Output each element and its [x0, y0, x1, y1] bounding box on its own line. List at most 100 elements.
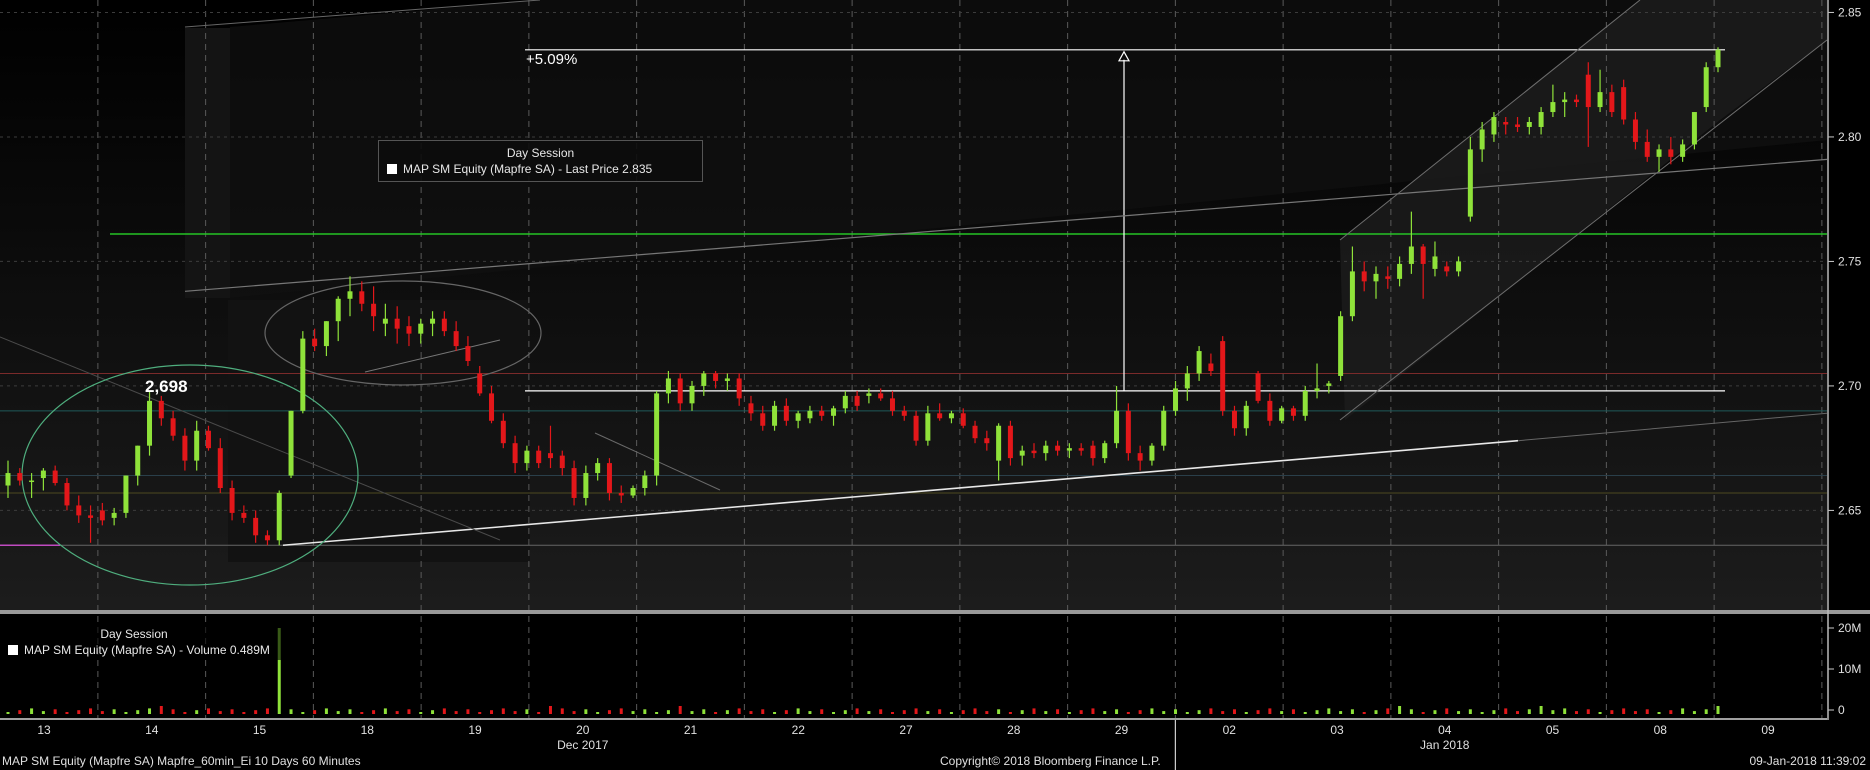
candle-body	[1007, 425, 1013, 459]
candle-body	[253, 517, 259, 536]
x-tick-label: 05	[1546, 723, 1560, 737]
volume-bar	[18, 710, 22, 714]
candle-body	[524, 450, 530, 464]
candle-body	[1715, 49, 1721, 68]
volume-bar	[478, 712, 482, 714]
volume-bar	[1681, 708, 1685, 714]
volume-bar	[1610, 710, 1614, 714]
candle-body	[1479, 129, 1485, 150]
candle-body	[595, 463, 601, 474]
candle-body	[64, 483, 70, 506]
volume-bar	[218, 711, 222, 714]
volume-bar	[454, 711, 458, 714]
volume-bar	[1138, 710, 1142, 714]
candle-body	[783, 405, 789, 421]
candle-body	[1055, 445, 1061, 451]
volume-bar	[112, 709, 116, 714]
candle-body	[1267, 400, 1273, 421]
volume-bar	[926, 711, 930, 714]
candle-body	[1680, 144, 1686, 157]
candle-body	[5, 473, 11, 486]
candle-body	[996, 425, 1002, 461]
candle-body	[453, 331, 459, 347]
volume-bar	[1409, 709, 1413, 714]
volume-bar	[336, 711, 340, 714]
volume-bar	[690, 711, 694, 714]
candle-body	[1432, 256, 1438, 269]
change-label: +5.09%	[526, 51, 577, 68]
candle-body	[689, 385, 695, 404]
volume-bar	[289, 709, 293, 714]
candle-body	[276, 492, 282, 541]
volume-bar	[1268, 708, 1272, 714]
candle-body	[1503, 122, 1509, 125]
volume-bar	[383, 708, 387, 714]
volume-bar	[407, 709, 411, 714]
volume-bar	[372, 710, 376, 714]
candle-body	[665, 378, 671, 394]
volume-bar	[1315, 710, 1319, 714]
volume-bar	[301, 712, 305, 714]
volume-bar	[832, 712, 836, 714]
x-tick-label: 29	[1115, 723, 1129, 737]
candle-body	[430, 318, 436, 324]
x-tick-label: 19	[468, 723, 482, 737]
volume-bar	[313, 710, 317, 714]
candle-body	[1290, 408, 1296, 416]
volume-bar	[572, 711, 576, 714]
volume-bar	[30, 708, 34, 714]
volume-bar	[997, 709, 1001, 714]
candle-body	[583, 473, 589, 498]
month-label: Jan 2018	[1420, 738, 1470, 752]
volume-bar	[678, 706, 682, 714]
volume-bar	[1633, 711, 1637, 714]
candle-body	[1668, 149, 1674, 157]
volume-bar	[1586, 709, 1590, 714]
volume-bar	[360, 712, 364, 714]
volume-bar	[77, 710, 81, 714]
candle-body	[99, 510, 105, 521]
candle-body	[52, 470, 58, 484]
volume-bar	[749, 711, 753, 714]
volume-bar	[1598, 712, 1602, 714]
volume-bar	[843, 710, 847, 714]
volume-bar	[206, 708, 210, 714]
x-tick-label: 03	[1330, 723, 1344, 737]
volume-bar	[1209, 708, 1213, 714]
volume-bar	[148, 708, 152, 714]
volume-bar	[1079, 710, 1083, 714]
candle-body	[1220, 341, 1226, 411]
candle-body	[571, 468, 577, 498]
candle-body	[1585, 74, 1591, 108]
volume-bar	[1386, 708, 1390, 714]
candle-body	[937, 413, 943, 419]
candle-body	[1467, 149, 1473, 217]
volume-bar	[490, 710, 494, 714]
candle-body	[854, 395, 860, 406]
volume-bar	[737, 708, 741, 714]
candle-body	[147, 400, 153, 446]
candle-body	[642, 475, 648, 488]
candle-body	[88, 515, 94, 518]
candle-body	[1573, 99, 1579, 103]
candle-body	[1515, 124, 1521, 127]
volume-bar	[159, 706, 163, 714]
candle-body	[701, 373, 707, 386]
volume-bar	[1421, 712, 1425, 714]
footer-left: MAP SM Equity (Mapfre SA) Mapfre_60min_E…	[2, 754, 361, 768]
volume-bar	[1044, 711, 1048, 714]
volume-bar	[949, 712, 953, 714]
candle-body	[1703, 67, 1709, 108]
y-tick-label: 2.75	[1838, 254, 1862, 268]
volume-bar	[1185, 712, 1189, 714]
candle-body	[1444, 266, 1450, 272]
price-legend-title: Day Session	[506, 146, 575, 160]
volume-bar	[1256, 710, 1260, 714]
candle-body	[1019, 450, 1025, 456]
candle-body	[1314, 388, 1320, 391]
candle-body	[831, 408, 837, 416]
volume-bar	[419, 712, 423, 714]
volume-bar	[1032, 708, 1036, 714]
candle-body	[1491, 117, 1497, 135]
x-tick-label: 14	[145, 723, 159, 737]
